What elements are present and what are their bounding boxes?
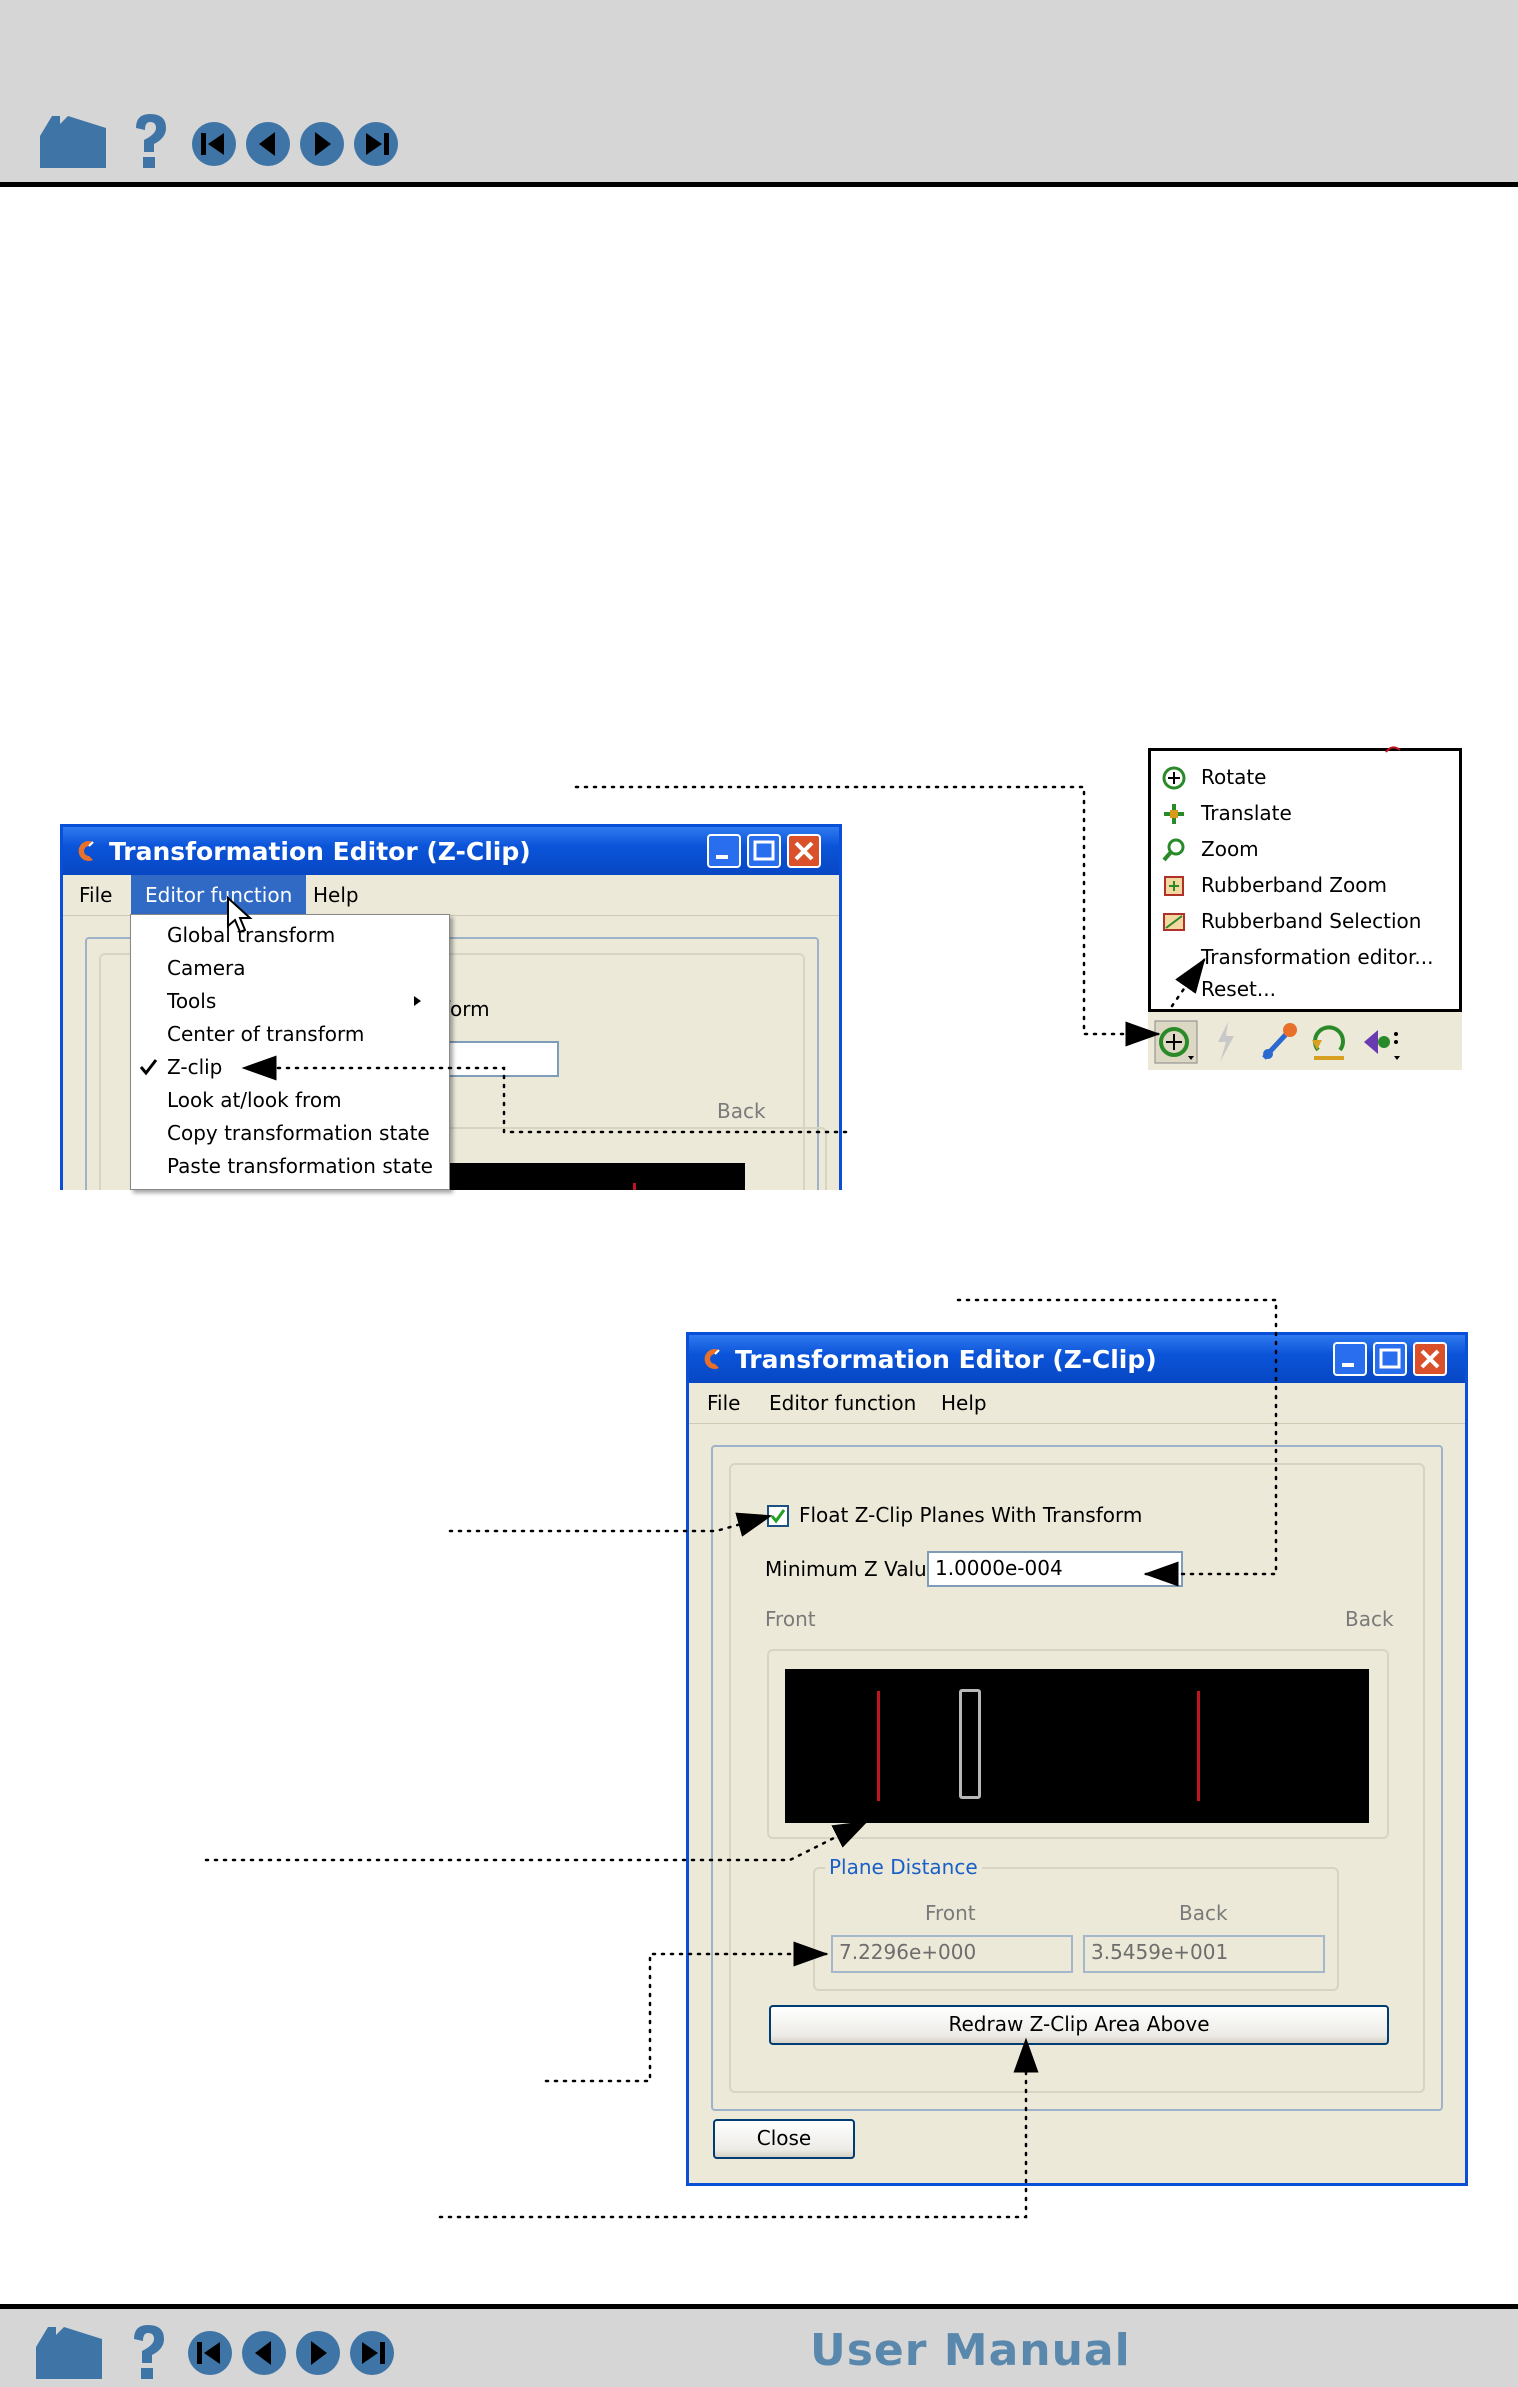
front-label: Front	[765, 1607, 816, 1631]
min-z-label: Minimum Z Value	[765, 1557, 940, 1581]
help-icon[interactable]	[130, 112, 170, 170]
menu-bar: File Editor function Help	[689, 1383, 1465, 1424]
transform-toolbar	[1148, 1012, 1462, 1070]
minimize-button[interactable]	[707, 834, 741, 868]
maximize-button[interactable]	[747, 834, 781, 868]
window-title: Transformation Editor (Z-Clip)	[735, 1345, 1157, 1374]
partial-min-z-input[interactable]	[433, 1041, 559, 1077]
menu-file[interactable]: File	[69, 875, 122, 915]
float-zclip-checkbox[interactable]	[767, 1505, 789, 1527]
close-button[interactable]: Close	[713, 2119, 855, 2159]
min-z-input[interactable]: 1.0000e-004	[927, 1551, 1183, 1587]
popup-item-transformation-editor[interactable]: Transformation editor...	[1151, 939, 1459, 975]
home-icon[interactable]	[34, 2323, 104, 2381]
popup-item-rubberband-selection[interactable]: Rubberband Selection	[1151, 903, 1459, 939]
minimize-icon	[1342, 1363, 1354, 1367]
footer-title: User Manual	[810, 2325, 1131, 2376]
rubberband-zoom-icon	[1164, 876, 1184, 896]
float-zclip-label: Float Z-Clip Planes With Transform	[799, 1503, 1143, 1527]
plane-distance-title: Plane Distance	[825, 1855, 982, 1879]
window-titlebar[interactable]: Transformation Editor (Z-Clip)	[689, 1335, 1465, 1383]
help-icon[interactable]	[128, 2323, 168, 2381]
checkmark-icon	[770, 1509, 786, 1524]
plane-back-value: 3.5459e+001	[1083, 1935, 1325, 1973]
popup-item-reset[interactable]: Reset...	[1151, 971, 1459, 1007]
window-title: Transformation Editor (Z-Clip)	[109, 837, 531, 866]
first-page-icon[interactable]	[186, 2329, 234, 2377]
bottom-navigation-bar	[0, 2304, 1518, 2387]
rubberband-selection-icon	[1163, 913, 1185, 931]
home-icon[interactable]	[38, 112, 108, 170]
interact-mode-button-icon[interactable]	[1256, 1020, 1300, 1064]
next-page-icon[interactable]	[294, 2329, 342, 2377]
plane-front-value: 7.2296e+000	[831, 1935, 1073, 1973]
minimize-icon	[716, 855, 728, 859]
translate-icon	[1164, 804, 1184, 824]
zoom-icon	[1162, 838, 1185, 862]
next-page-icon[interactable]	[298, 120, 346, 168]
maximize-icon	[753, 840, 775, 861]
model-extent-box	[959, 1689, 981, 1799]
back-clip-plane-line[interactable]	[1197, 1691, 1200, 1801]
menu-item-z-clip[interactable]: Z-clip	[131, 1051, 449, 1083]
undo-transform-button-icon[interactable]	[1308, 1020, 1352, 1064]
menu-item-copy-state[interactable]: Copy transformation state	[131, 1117, 449, 1149]
close-icon	[1420, 1349, 1440, 1369]
plane-front-label: Front	[925, 1901, 976, 1925]
menu-help[interactable]: Help	[303, 875, 369, 915]
top-navigation-bar	[0, 0, 1518, 187]
rotate-mode-button-icon[interactable]	[1154, 1020, 1198, 1064]
menu-item-camera[interactable]: Camera	[131, 952, 449, 984]
previous-page-icon[interactable]	[244, 120, 292, 168]
maximize-button[interactable]	[1373, 1342, 1407, 1376]
back-label: Back	[1345, 1607, 1394, 1631]
submenu-arrow-icon	[414, 996, 421, 1006]
menu-item-tools[interactable]: Tools	[131, 985, 449, 1017]
popup-item-rotate[interactable]: Rotate	[1151, 759, 1459, 795]
partial-back-label: Back	[717, 1099, 766, 1123]
menu-file[interactable]: File	[697, 1383, 750, 1423]
previous-page-icon[interactable]	[240, 2329, 288, 2377]
transform-mode-popup-menu: Rotate Translate Zoom Rubberband Zoom Ru…	[1148, 748, 1462, 1012]
close-icon	[794, 841, 814, 861]
menu-editor-function[interactable]: Editor function	[131, 875, 307, 915]
last-page-icon[interactable]	[352, 120, 400, 168]
menu-help[interactable]: Help	[931, 1383, 997, 1423]
zclip-area-display[interactable]	[785, 1669, 1369, 1823]
popup-corner-mark	[1385, 746, 1401, 753]
close-window-button[interactable]	[1413, 1342, 1447, 1376]
menu-editor-function[interactable]: Editor function	[759, 1383, 926, 1423]
menu-bar: File Editor function Help	[63, 875, 839, 916]
popup-item-zoom[interactable]: Zoom	[1151, 831, 1459, 867]
view-direction-button-icon[interactable]	[1360, 1020, 1404, 1064]
popup-item-translate[interactable]: Translate	[1151, 795, 1459, 831]
transformation-editor-window: Transformation Editor (Z-Clip) File Edit…	[686, 1332, 1468, 2186]
pick-mode-button-icon[interactable]	[1210, 1020, 1240, 1064]
app-logo-icon	[704, 1349, 720, 1369]
menu-item-center-of-transform[interactable]: Center of transform	[131, 1018, 449, 1050]
rotate-icon	[1162, 766, 1186, 790]
menu-item-global-transform[interactable]: Global transform	[131, 919, 449, 951]
plane-back-label: Back	[1179, 1901, 1228, 1925]
maximize-icon	[1379, 1348, 1401, 1369]
redraw-zclip-button[interactable]: Redraw Z-Clip Area Above	[769, 2005, 1389, 2045]
close-window-button[interactable]	[787, 834, 821, 868]
last-page-icon[interactable]	[348, 2329, 396, 2377]
menu-item-look-at[interactable]: Look at/look from	[131, 1084, 449, 1116]
front-clip-plane-line[interactable]	[877, 1691, 880, 1801]
minimize-button[interactable]	[1333, 1342, 1367, 1376]
menu-item-paste-state[interactable]: Paste transformation state	[131, 1150, 449, 1182]
window-titlebar[interactable]: Transformation Editor (Z-Clip)	[63, 827, 839, 875]
partial-clip-line	[633, 1183, 636, 1190]
app-logo-icon	[78, 841, 94, 861]
popup-item-rubberband-zoom[interactable]: Rubberband Zoom	[1151, 867, 1459, 903]
editor-function-dropdown: Global transform Camera Tools Center of …	[130, 914, 450, 1190]
first-page-icon[interactable]	[190, 120, 238, 168]
mouse-cursor-icon	[227, 896, 253, 934]
